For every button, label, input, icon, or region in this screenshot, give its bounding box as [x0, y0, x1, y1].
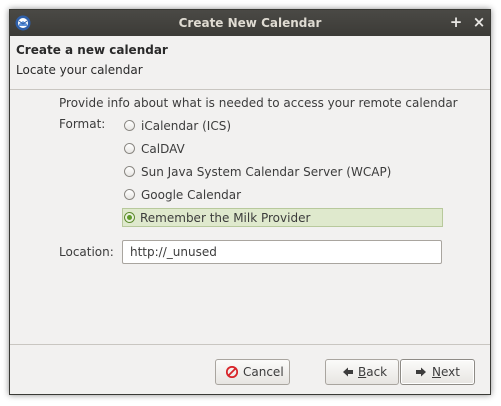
radio-option-ics[interactable]: iCalendar (ICS)	[123, 117, 443, 136]
radio-label: CalDAV	[141, 142, 185, 156]
location-label: Location:	[59, 245, 114, 259]
radio-button[interactable]	[124, 143, 135, 154]
back-label: Back	[358, 365, 388, 379]
radio-option-rtm[interactable]: Remember the Milk Provider	[122, 208, 443, 227]
window-title: Create New Calendar	[178, 16, 322, 30]
arrow-right-icon	[416, 367, 426, 377]
radio-button-checked[interactable]	[124, 212, 135, 223]
radio-button[interactable]	[124, 166, 135, 177]
close-button[interactable]: ×	[471, 14, 487, 30]
radio-label: Google Calendar	[141, 188, 242, 202]
radio-label: Sun Java System Calendar Server (WCAP)	[141, 165, 392, 179]
radio-option-google[interactable]: Google Calendar	[123, 186, 443, 205]
button-bar: Cancel Back Next	[10, 344, 490, 395]
intro-text: Provide info about what is needed to acc…	[59, 96, 458, 110]
radio-label: iCalendar (ICS)	[141, 119, 232, 133]
cancel-label: Cancel	[243, 365, 284, 379]
radio-label: Remember the Milk Provider	[140, 211, 311, 225]
location-input[interactable]	[122, 240, 442, 264]
next-label: Next	[432, 365, 460, 379]
cancel-icon	[226, 366, 238, 378]
wizard-page-title: Create a new calendar	[16, 43, 168, 57]
maximize-button[interactable]: +	[448, 14, 464, 30]
arrow-left-icon	[343, 367, 353, 377]
back-button[interactable]: Back	[325, 359, 399, 385]
title-bar[interactable]: Create New Calendar + ×	[10, 10, 490, 36]
format-label: Format:	[59, 117, 106, 131]
create-calendar-dialog: Create New Calendar + × Create a new cal…	[9, 9, 491, 395]
radio-option-wcap[interactable]: Sun Java System Calendar Server (WCAP)	[123, 163, 443, 182]
next-button[interactable]: Next	[400, 359, 475, 385]
wizard-content: Provide info about what is needed to acc…	[10, 90, 490, 345]
cancel-button[interactable]: Cancel	[215, 359, 290, 385]
wizard-page-subtitle: Locate your calendar	[16, 63, 143, 77]
wizard-header: Create a new calendar Locate your calend…	[10, 36, 490, 90]
radio-button[interactable]	[124, 189, 135, 200]
radio-option-caldav[interactable]: CalDAV	[123, 140, 443, 159]
radio-button[interactable]	[124, 120, 135, 131]
